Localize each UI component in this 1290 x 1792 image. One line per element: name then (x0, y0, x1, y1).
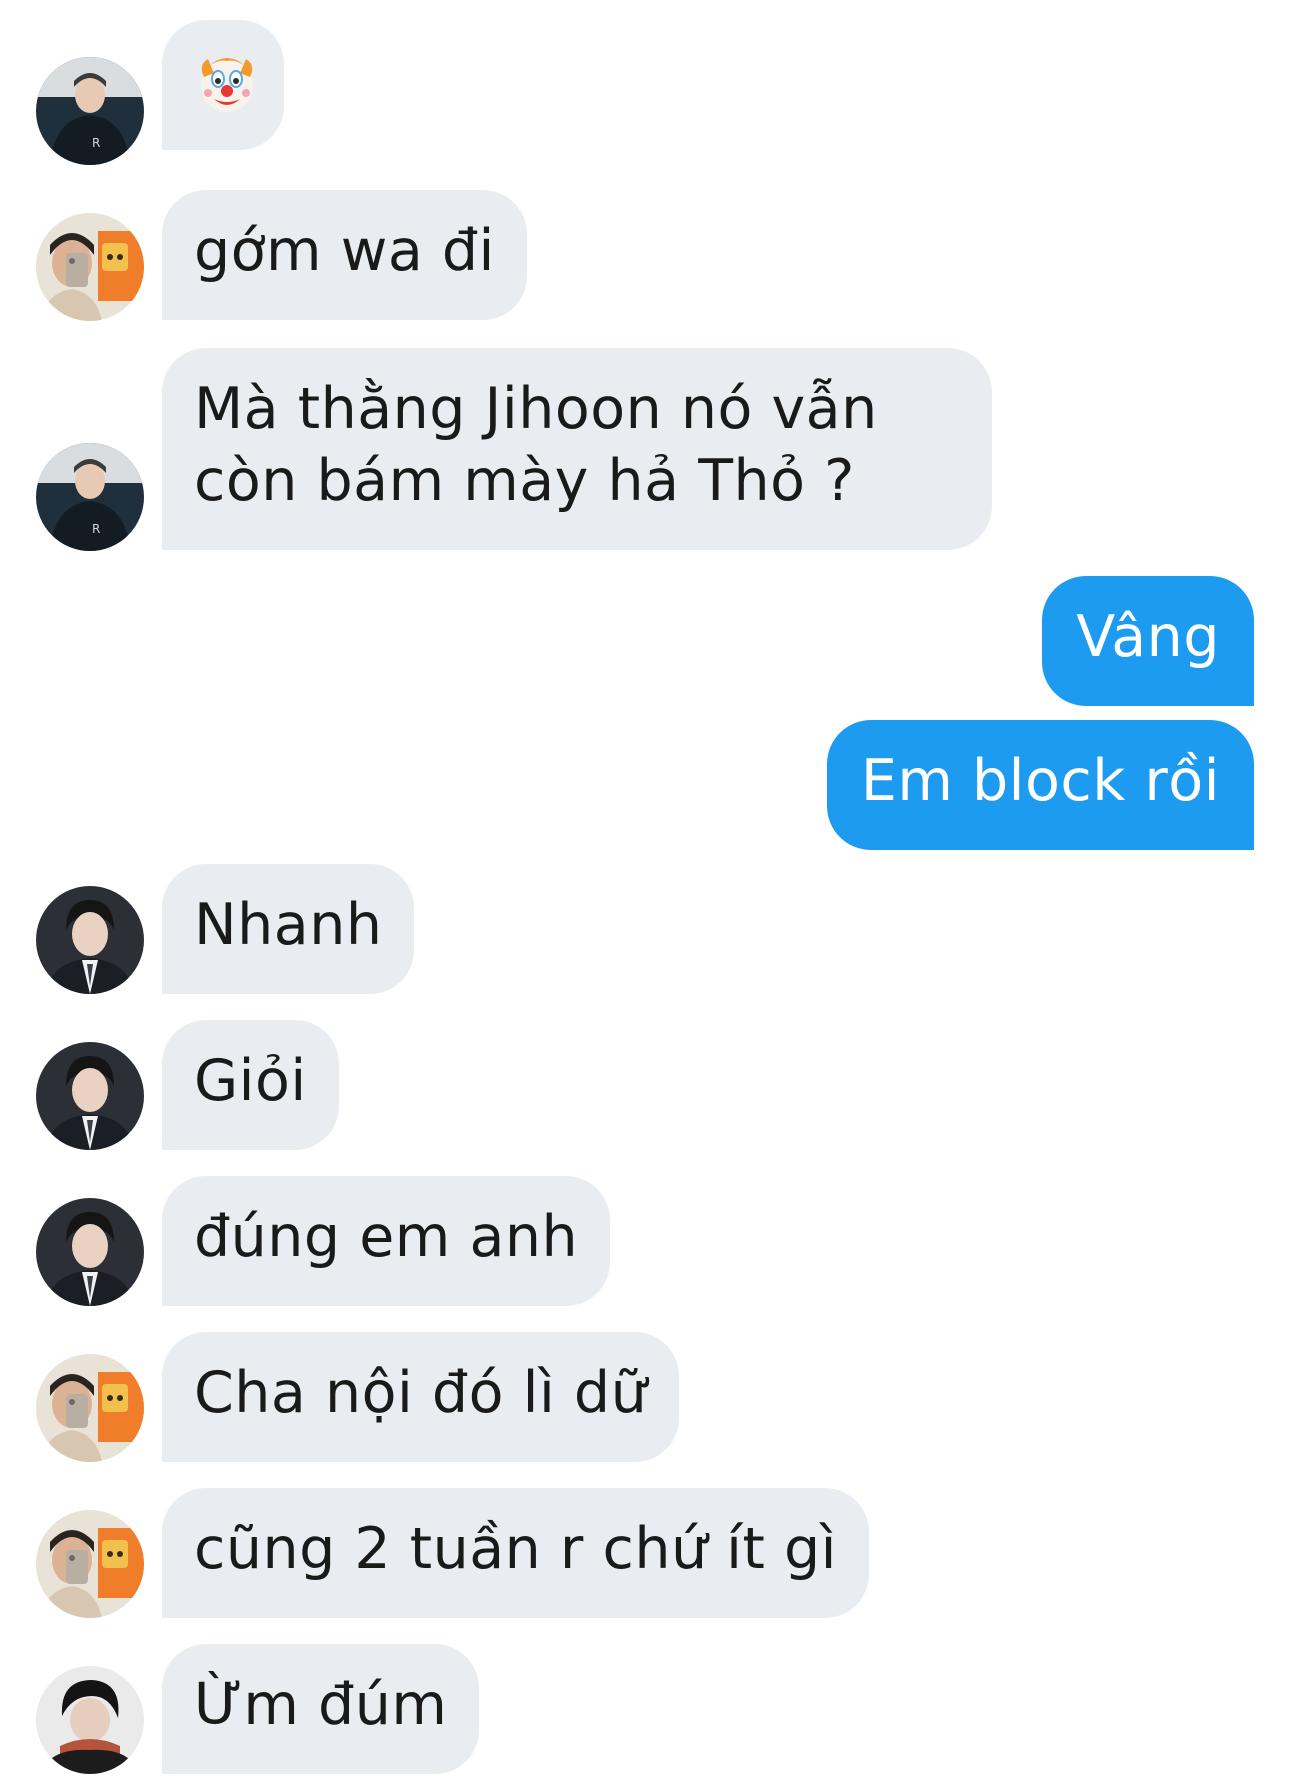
message-row: Cha nội đó lì dữ (0, 1332, 1290, 1462)
avatar[interactable] (36, 886, 144, 994)
avatar-mirror-selfie-icon (36, 1354, 144, 1462)
avatar-black-hoodie-icon: R (36, 443, 144, 551)
avatar[interactable]: R (36, 443, 144, 551)
avatar-suit-icon (36, 1198, 144, 1306)
message-text: đúng em anh (194, 1204, 579, 1270)
avatar[interactable] (36, 1042, 144, 1150)
message-bubble[interactable]: Ừm đúm (162, 1644, 480, 1774)
message-text-line: Mà thằng Jihoon nó vẫn (194, 376, 878, 442)
message-row: gớm wa đi (0, 190, 1290, 321)
message-row: Nhanh (0, 864, 1290, 994)
message-bubble[interactable]: gớm wa đi (162, 190, 527, 320)
avatar-mirror-selfie-icon (36, 1510, 144, 1618)
message-text: Cha nội đó lì dữ (194, 1360, 648, 1426)
message-row: đúng em anh (0, 1176, 1290, 1306)
avatar[interactable] (36, 1666, 144, 1774)
message-row: Giỏi (0, 1020, 1290, 1150)
message-text: gớm wa đi (194, 218, 495, 284)
message-text: cũng 2 tuần r chứ ít gì (194, 1516, 838, 1582)
message-bubble[interactable]: Mà thằng Jihoon nó vẫn còn bám mày hả Th… (162, 348, 992, 550)
message-bubble[interactable]: Cha nội đó lì dữ (162, 1332, 680, 1462)
avatar-scarf-icon (36, 1666, 144, 1774)
message-text: Nhanh (194, 892, 383, 958)
message-row: Vâng (0, 576, 1290, 706)
message-text: Em block rồi (860, 748, 1220, 814)
message-bubble[interactable]: cũng 2 tuần r chứ ít gì (162, 1488, 870, 1618)
message-row: Ừm đúm (0, 1644, 1290, 1774)
avatar[interactable] (36, 1510, 144, 1618)
avatar-suit-icon (36, 886, 144, 994)
message-row: Em block rồi (0, 720, 1290, 850)
message-row: R (0, 20, 1290, 165)
chat-thread: R gớm wa đi R Mà thằng Jihoon nó vẫn còn… (0, 0, 1290, 1792)
avatar-mirror-selfie-icon (36, 213, 144, 321)
avatar[interactable] (36, 213, 144, 321)
message-bubble[interactable] (162, 20, 284, 150)
message-row: cũng 2 tuần r chứ ít gì (0, 1488, 1290, 1618)
avatar[interactable] (36, 1354, 144, 1462)
avatar-suit-icon (36, 1042, 144, 1150)
avatar-black-hoodie-icon: R (36, 57, 144, 165)
clown-face-icon (194, 51, 260, 117)
message-text-line: còn bám mày hả Thỏ ? (194, 448, 855, 514)
message-row: R Mà thằng Jihoon nó vẫn còn bám mày hả … (0, 348, 1290, 551)
svg-text:R: R (92, 522, 100, 536)
message-bubble[interactable]: Em block rồi (826, 720, 1254, 850)
svg-text:R: R (92, 136, 100, 150)
avatar[interactable]: R (36, 57, 144, 165)
message-text: Vâng (1076, 604, 1220, 670)
message-text: Giỏi (194, 1048, 307, 1114)
message-bubble[interactable]: Vâng (1042, 576, 1254, 706)
message-bubble[interactable]: Giỏi (162, 1020, 339, 1150)
message-bubble[interactable]: đúng em anh (162, 1176, 611, 1306)
message-bubble[interactable]: Nhanh (162, 864, 415, 994)
avatar[interactable] (36, 1198, 144, 1306)
message-text: Ừm đúm (194, 1672, 448, 1738)
